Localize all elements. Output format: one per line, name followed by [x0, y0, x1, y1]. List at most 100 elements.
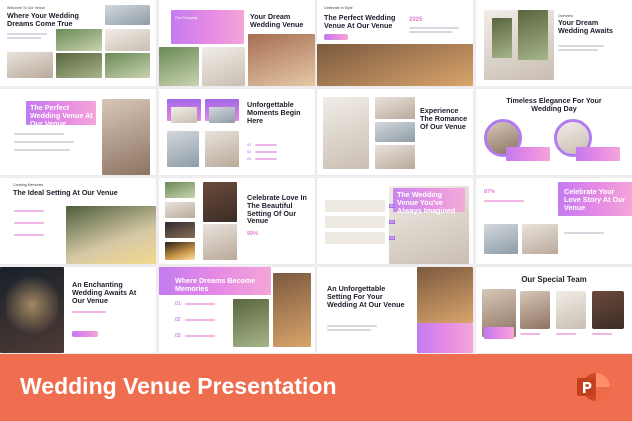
text-line — [72, 311, 106, 313]
step-number: 02 — [175, 317, 181, 323]
slide-thumbnail-8[interactable]: Timeless Elegance For Your Wedding Day — [476, 89, 632, 175]
slide-thumbnail-2[interactable]: Our Company Your Dream Wedding Venue — [159, 0, 315, 86]
photo — [105, 5, 150, 25]
step-number: 03 — [247, 157, 251, 161]
text-line — [14, 234, 44, 236]
slide-title: Experience The Romance Of Our Venue — [420, 106, 468, 131]
slide-kicker: Creating Memories — [13, 183, 44, 187]
photo — [167, 131, 199, 167]
photo — [203, 224, 237, 260]
cta-button[interactable] — [72, 331, 98, 337]
photo — [202, 47, 245, 86]
slide-title: An Unforgettable Setting For Your Weddin… — [327, 284, 405, 309]
text-line — [185, 335, 215, 337]
text-card — [325, 232, 385, 244]
slide-thumbnail-15[interactable]: An Unforgettable Setting For Your Weddin… — [317, 267, 473, 353]
slide-title: Your Dream Wedding Venue — [250, 12, 304, 29]
slide-title: The Perfect Wedding Venue At Our Venue — [324, 13, 396, 30]
photo — [205, 131, 239, 167]
photo — [484, 224, 518, 254]
team-photo — [592, 291, 624, 329]
slide-thumbnail-11[interactable]: The Wedding Venue You've Always Imagined… — [317, 178, 473, 264]
slide-thumbnail-14[interactable]: Where Dreams Become Memories 01 02 03 — [159, 267, 315, 353]
team-photo — [520, 291, 550, 329]
photo — [56, 53, 102, 78]
slide-thumbnail-16[interactable]: Our Special Team — [476, 267, 632, 353]
text-line — [564, 232, 604, 234]
photo — [203, 182, 237, 222]
slide-thumbnail-7[interactable]: Experience The Romance Of Our Venue — [317, 89, 473, 175]
photo — [317, 44, 473, 86]
step-number: 01 — [389, 204, 395, 208]
slide-kicker: Celebrate In Style — [324, 6, 353, 10]
slide-title: Timeless Elegance For Your Wedding Day — [506, 96, 602, 113]
photo — [518, 10, 548, 60]
slide-thumbnail-10[interactable]: Celebrate Love In The Beautiful Setting … — [159, 178, 315, 264]
slide-kicker: Welcome To Our Venue — [7, 6, 45, 10]
slide-thumbnail-5[interactable]: The Perfect Wedding Venue At Our Venue — [0, 89, 156, 175]
slide-thumbnail-12[interactable]: 87% Celebrate Your Love Story At Our Ven… — [476, 178, 632, 264]
slide-title: The Wedding Venue You've Always Imagined — [397, 190, 456, 215]
text-line — [592, 333, 612, 335]
text-line — [7, 37, 41, 39]
slide-thumbnail-4[interactable]: Overview Your Dream Wedding Awaits — [476, 0, 632, 86]
step-number: 01 — [175, 301, 181, 307]
photo — [375, 122, 415, 142]
text-line — [484, 200, 524, 202]
slide-title: Celebrate Love In The Beautiful Setting … — [247, 193, 307, 226]
text-line — [556, 333, 576, 335]
text-line — [255, 158, 277, 160]
photo — [209, 107, 235, 123]
photo — [56, 29, 102, 51]
photo — [7, 52, 53, 78]
photo — [417, 267, 473, 323]
text-line — [14, 210, 44, 212]
photo-lights — [6, 277, 58, 347]
gradient-panel — [576, 147, 620, 161]
text-line — [558, 49, 598, 51]
step-number: 03 — [389, 236, 395, 240]
team-photo — [556, 291, 586, 329]
photo — [165, 222, 195, 238]
text-card — [325, 216, 385, 228]
slide-title: The Ideal Setting At Our Venue — [13, 188, 118, 197]
photo — [492, 18, 512, 58]
photo — [165, 182, 195, 198]
text-line — [7, 33, 47, 35]
slide-thumbnail-3[interactable]: Celebrate In Style The Perfect Wedding V… — [317, 0, 473, 86]
photo — [273, 273, 311, 347]
photo — [165, 242, 195, 260]
slide-title: Where Your Wedding Dreams Come True — [7, 11, 79, 28]
photo — [66, 206, 156, 264]
text-line — [409, 31, 453, 33]
text-line — [558, 45, 604, 47]
footer-title: Wedding Venue Presentation — [20, 373, 337, 399]
slide-thumbnail-13[interactable]: An Enchanting Wedding Awaits At Our Venu… — [0, 267, 156, 353]
photo — [375, 145, 415, 169]
gradient-panel — [506, 147, 550, 161]
text-line — [14, 222, 44, 224]
percent-label: 87% — [484, 189, 496, 195]
slide-title: Your Dream Wedding Awaits — [558, 18, 613, 35]
slide-title: The Perfect Wedding Venue At Our Venue — [30, 103, 93, 128]
slide-thumbnail-9[interactable]: Creating Memories The Ideal Setting At O… — [0, 178, 156, 264]
text-line — [185, 303, 215, 305]
slide-thumbnail-1[interactable]: Welcome To Our Venue Where Your Wedding … — [0, 0, 156, 86]
photo — [323, 97, 369, 169]
text-line — [327, 329, 371, 331]
text-line — [255, 144, 277, 146]
cta-button[interactable] — [324, 34, 348, 40]
text-line — [520, 333, 540, 335]
slide-thumbnail-grid: Welcome To Our Venue Where Your Wedding … — [0, 0, 632, 354]
step-number: 01 — [247, 143, 251, 147]
gradient-panel — [484, 327, 514, 339]
slide-title: Our Special Team — [521, 275, 587, 284]
photo — [522, 224, 558, 254]
percent-label: 99% — [247, 231, 259, 237]
step-number: 02 — [247, 150, 251, 154]
photo — [165, 202, 195, 218]
text-card — [325, 200, 385, 212]
slide-thumbnail-6[interactable]: Unforgettable Moments Begin Here 01 02 0… — [159, 89, 315, 175]
slide-title: Celebrate Your Love Story At Our Venue — [564, 187, 626, 212]
powerpoint-icon — [577, 373, 610, 401]
